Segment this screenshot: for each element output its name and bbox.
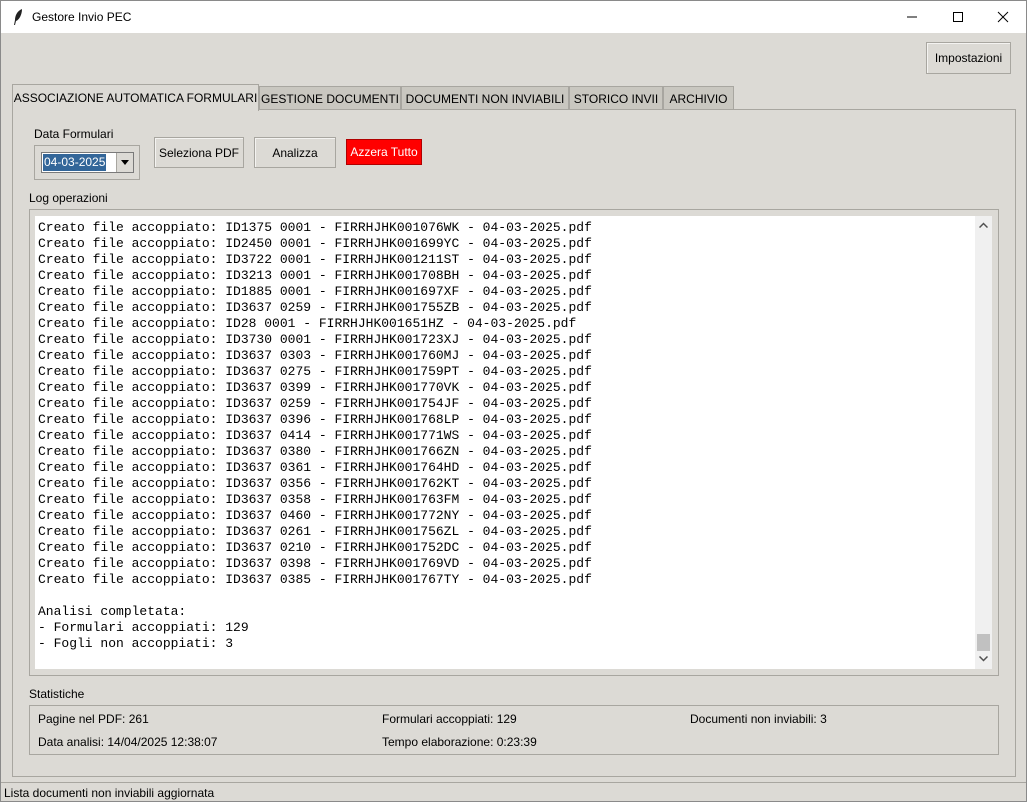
tab-documenti-non-inviabili[interactable]: DOCUMENTI NON INVIABILI (401, 86, 569, 110)
log-line: Creato file accoppiato: ID3637 0399 - FI… (38, 380, 592, 395)
feather-icon (14, 9, 22, 25)
status-bar: Lista documenti non inviabili aggiornata (1, 782, 1026, 801)
log-line: Creato file accoppiato: ID3637 0261 - FI… (38, 524, 592, 539)
scroll-thumb[interactable] (977, 634, 990, 651)
app-window: Gestore Invio PEC Impostazioni ASSOCIAZI… (0, 0, 1027, 802)
stat-analysis-date: Data analisi: 14/04/2025 12:38:07 (38, 735, 218, 749)
log-line: Creato file accoppiato: ID3637 0361 - FI… (38, 460, 592, 475)
log-line: Creato file accoppiato: ID3730 0001 - FI… (38, 332, 592, 347)
log-line: Creato file accoppiato: ID1375 0001 - FI… (38, 220, 592, 235)
log-line: Creato file accoppiato: ID3637 0303 - FI… (38, 348, 592, 363)
close-button[interactable] (980, 1, 1026, 33)
log-line: Creato file accoppiato: ID3637 0396 - FI… (38, 412, 592, 427)
scroll-up-icon[interactable] (979, 222, 988, 228)
title-bar: Gestore Invio PEC (1, 1, 1026, 33)
log-line: Creato file accoppiato: ID2450 0001 - FI… (38, 236, 592, 251)
maximize-icon (953, 12, 963, 22)
log-line: Creato file accoppiato: ID1885 0001 - FI… (38, 284, 592, 299)
minimize-button[interactable] (889, 1, 935, 33)
log-line: Creato file accoppiato: ID3637 0210 - FI… (38, 540, 592, 555)
stat-processing-time: Tempo elaborazione: 0:23:39 (382, 735, 537, 749)
date-combobox[interactable]: 04-03-2025 (41, 152, 134, 173)
stats-label: Statistiche (29, 687, 85, 701)
analyze-button[interactable]: Analizza (254, 137, 336, 168)
log-line: Creato file accoppiato: ID28 0001 - FIRR… (38, 316, 577, 331)
date-label: Data Formulari (34, 127, 114, 141)
log-line: Creato file accoppiato: ID3637 0380 - FI… (38, 444, 592, 459)
maximize-button[interactable] (935, 1, 981, 33)
scroll-down-icon[interactable] (979, 656, 988, 662)
log-line: Creato file accoppiato: ID3637 0460 - FI… (38, 508, 592, 523)
log-line: Creato file accoppiato: ID3213 0001 - FI… (38, 268, 592, 283)
stat-pages-in-pdf: Pagine nel PDF: 261 (38, 712, 149, 726)
minimize-icon (907, 16, 917, 18)
log-label: Log operazioni (29, 191, 108, 205)
tab-storico-invii[interactable]: STORICO INVII (569, 86, 663, 110)
log-line: Creato file accoppiato: ID3637 0356 - FI… (38, 476, 592, 491)
stat-paired-forms: Formulari accoppiati: 129 (382, 712, 517, 726)
chevron-down-icon (121, 160, 129, 165)
log-line: Creato file accoppiato: ID3637 0385 - FI… (38, 572, 592, 587)
tab-archivio[interactable]: ARCHIVIO (663, 86, 734, 110)
status-text: Lista documenti non inviabili aggiornata (4, 786, 215, 800)
log-scrollbar[interactable] (975, 216, 992, 669)
log-textarea[interactable]: Creato file accoppiato: ID1375 0001 - FI… (35, 216, 975, 669)
log-line: Creato file accoppiato: ID3637 0259 - FI… (38, 396, 592, 411)
window-title: Gestore Invio PEC (32, 10, 132, 24)
log-line: Analisi completata: (38, 604, 187, 619)
log-line: Creato file accoppiato: ID3637 0414 - FI… (38, 428, 592, 443)
stat-non-sendable: Documenti non inviabili: 3 (690, 712, 827, 726)
log-lines: Creato file accoppiato: ID1375 0001 - FI… (35, 220, 975, 652)
date-value: 04-03-2025 (43, 154, 107, 171)
log-line: Creato file accoppiato: ID3637 0259 - FI… (38, 300, 592, 315)
settings-button[interactable]: Impostazioni (926, 42, 1011, 74)
close-icon (997, 11, 1009, 23)
date-dropdown-button[interactable] (116, 153, 133, 172)
log-line: Creato file accoppiato: ID3637 0398 - FI… (38, 556, 592, 571)
log-line: - Formulari accoppiati: 129 (38, 620, 249, 635)
log-line: Creato file accoppiato: ID3637 0275 - FI… (38, 364, 592, 379)
log-line: Creato file accoppiato: ID3637 0358 - FI… (38, 492, 592, 507)
tab-gestione-documenti[interactable]: GESTIONE DOCUMENTI (259, 86, 401, 110)
select-pdf-button[interactable]: Seleziona PDF (154, 137, 244, 168)
tab-associazione-automatica[interactable]: ASSOCIAZIONE AUTOMATICA FORMULARI (12, 84, 259, 111)
log-line: Creato file accoppiato: ID3722 0001 - FI… (38, 252, 592, 267)
log-line: - Fogli non accoppiati: 3 (38, 636, 234, 651)
reset-all-button[interactable]: Azzera Tutto (346, 139, 422, 165)
